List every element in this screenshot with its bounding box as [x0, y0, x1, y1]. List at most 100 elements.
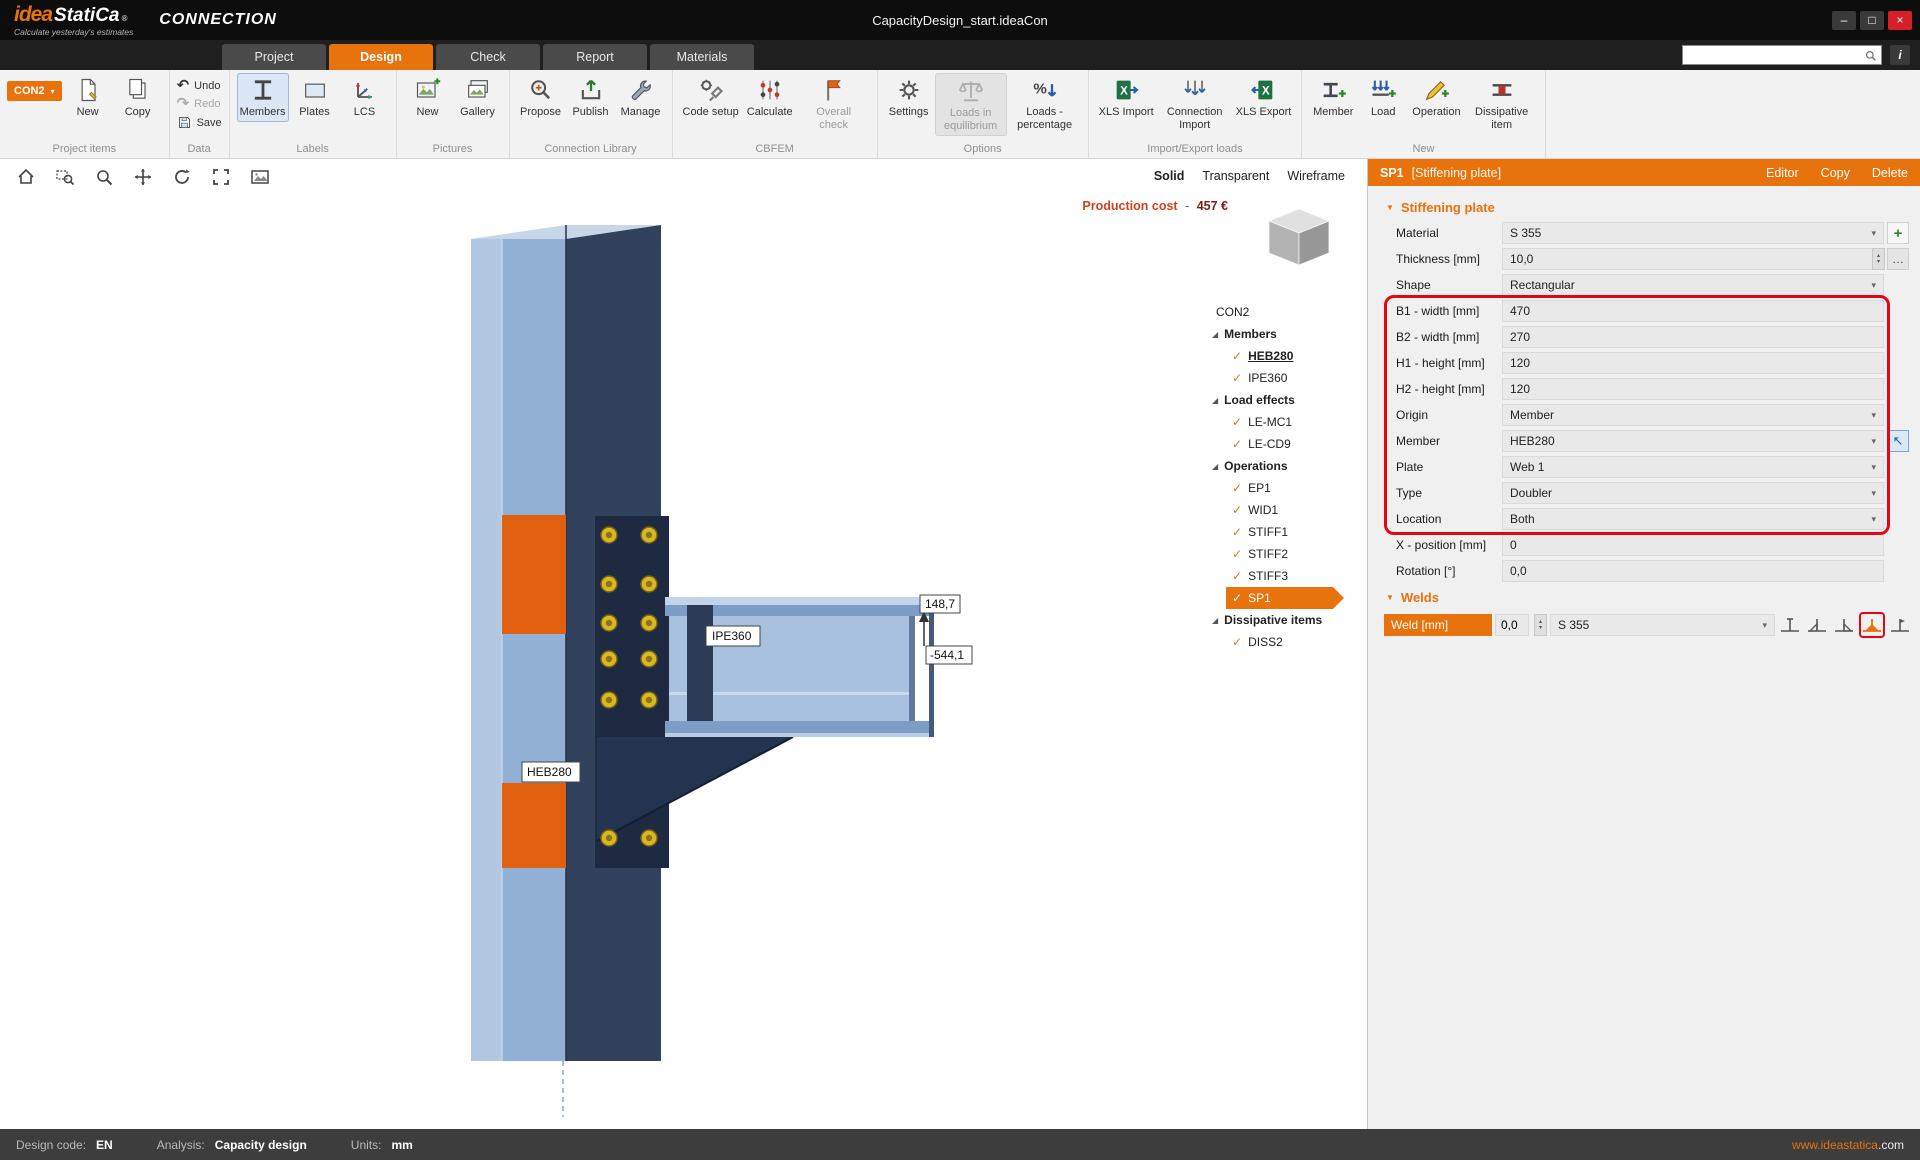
type-select[interactable]: Doubler▾: [1502, 482, 1884, 504]
tree-item-stiff3[interactable]: ✓STIFF3: [1206, 565, 1364, 587]
new-operation-button[interactable]: Operation: [1409, 73, 1463, 122]
tab-report[interactable]: Report: [543, 44, 647, 70]
weld-type-butt-icon[interactable]: [1778, 613, 1802, 637]
tree-node-connection[interactable]: CON2: [1206, 301, 1364, 323]
search-box[interactable]: [1682, 45, 1882, 65]
home-view-icon[interactable]: [14, 165, 38, 189]
calculate-button[interactable]: Calculate: [744, 73, 796, 122]
tree-item-wid1[interactable]: ✓WID1: [1206, 499, 1364, 521]
tree-item-le-cd9[interactable]: ✓LE-CD9: [1206, 433, 1364, 455]
loads-percentage-button[interactable]: % Loads - percentage: [1009, 73, 1081, 134]
connection-selector-dropdown[interactable]: CON2▾: [7, 81, 62, 101]
render-mode-solid[interactable]: Solid: [1154, 169, 1185, 183]
beam-member[interactable]: [665, 597, 934, 737]
weld-type-flag-icon[interactable]: [1888, 613, 1912, 637]
member-pick-button[interactable]: ↖: [1887, 430, 1909, 452]
tab-materials[interactable]: Materials: [650, 44, 754, 70]
add-material-button[interactable]: +: [1887, 222, 1909, 244]
settings-button[interactable]: Settings: [885, 73, 933, 122]
minimize-button[interactable]: –: [1832, 11, 1856, 30]
tree-item-stiff1[interactable]: ✓STIFF1: [1206, 521, 1364, 543]
tab-project[interactable]: Project: [222, 44, 326, 70]
3d-viewport[interactable]: Solid Transparent Wireframe Production c…: [0, 159, 1367, 1129]
new-load-button[interactable]: Load: [1359, 73, 1407, 122]
h1-height-input[interactable]: 120: [1502, 352, 1884, 374]
weld-size-input[interactable]: 0,0: [1495, 614, 1529, 636]
copy-operation-button[interactable]: Copy: [1821, 166, 1850, 180]
loads-in-equilibrium-toggle[interactable]: Loads in equilibrium: [935, 73, 1007, 136]
screenshot-icon[interactable]: [248, 165, 272, 189]
rotation-input[interactable]: 0,0: [1502, 560, 1884, 582]
navigation-cube[interactable]: [1259, 205, 1339, 271]
tree-group-dissipative-items[interactable]: ◢Dissipative items: [1206, 609, 1364, 631]
propose-button[interactable]: Propose: [517, 73, 565, 122]
tree-item-stiff2[interactable]: ✓STIFF2: [1206, 543, 1364, 565]
shape-select[interactable]: Rectangular▾: [1502, 274, 1884, 296]
tree-item-diss2[interactable]: ✓DISS2: [1206, 631, 1364, 653]
new-project-item-button[interactable]: New: [64, 73, 112, 122]
new-member-button[interactable]: Member: [1309, 73, 1357, 122]
tab-design[interactable]: Design: [329, 44, 433, 70]
thickness-more-button[interactable]: …: [1887, 248, 1909, 270]
maximize-button[interactable]: □: [1860, 11, 1884, 30]
delete-operation-button[interactable]: Delete: [1872, 166, 1908, 180]
location-select[interactable]: Both▾: [1502, 508, 1884, 530]
connection-model[interactable]: IPE360 HEB280 148,7 -544,1: [0, 159, 1366, 1129]
weld-type-fillet-front-icon[interactable]: [1805, 613, 1829, 637]
new-dissipative-item-button[interactable]: Dissipative item: [1466, 73, 1538, 134]
xls-import-button[interactable]: X XLS Import: [1096, 73, 1157, 122]
labels-members-toggle[interactable]: Members: [237, 73, 289, 122]
weld-material-select[interactable]: S 355▾: [1550, 614, 1775, 636]
save-button[interactable]: Save: [177, 115, 222, 130]
member-select[interactable]: HEB280▾: [1502, 430, 1884, 452]
overall-check-button[interactable]: Overall check: [798, 73, 870, 134]
zoom-fit-icon[interactable]: [209, 165, 233, 189]
tree-item-le-mc1[interactable]: ✓LE-MC1: [1206, 411, 1364, 433]
plate-select[interactable]: Web 1▾: [1502, 456, 1884, 478]
weld-size-stepper[interactable]: ▴▾: [1534, 614, 1547, 636]
thickness-input[interactable]: 10,0: [1502, 248, 1884, 270]
weld-type-double-fillet-icon[interactable]: [1860, 613, 1884, 637]
zoom-icon[interactable]: [92, 165, 116, 189]
manage-button[interactable]: Manage: [617, 73, 665, 122]
x-position-input[interactable]: 0: [1502, 534, 1884, 556]
tree-group-operations[interactable]: ◢Operations: [1206, 455, 1364, 477]
close-button[interactable]: ×: [1888, 11, 1912, 30]
copy-project-item-button[interactable]: Copy: [114, 73, 162, 122]
h2-height-input[interactable]: 120: [1502, 378, 1884, 400]
connection-import-button[interactable]: Connection Import: [1159, 73, 1231, 134]
tab-check[interactable]: Check: [436, 44, 540, 70]
tree-item-ep1[interactable]: ✓EP1: [1206, 477, 1364, 499]
code-setup-button[interactable]: Code setup: [680, 73, 742, 122]
render-mode-transparent[interactable]: Transparent: [1202, 169, 1269, 183]
info-icon[interactable]: i: [1890, 45, 1910, 65]
gallery-button[interactable]: Gallery: [454, 73, 502, 122]
tree-item-heb280[interactable]: ✓HEB280: [1206, 345, 1364, 367]
tree-group-members[interactable]: ◢Members: [1206, 323, 1364, 345]
section-stiffening-plate[interactable]: ▼ Stiffening plate: [1376, 194, 1912, 220]
thickness-stepper[interactable]: ▴▾: [1872, 248, 1885, 270]
zoom-window-icon[interactable]: [53, 165, 77, 189]
material-select[interactable]: S 355▾: [1502, 222, 1884, 244]
b1-width-input[interactable]: 470: [1502, 300, 1884, 322]
undo-button[interactable]: ↶Undo: [177, 79, 222, 93]
new-picture-button[interactable]: New: [404, 73, 452, 122]
labels-lcs-toggle[interactable]: LCS: [341, 73, 389, 122]
tree-item-ipe360[interactable]: ✓IPE360: [1206, 367, 1364, 389]
tree-group-load-effects[interactable]: ◢Load effects: [1206, 389, 1364, 411]
rotate-view-icon[interactable]: [170, 165, 194, 189]
editor-button[interactable]: Editor: [1766, 166, 1799, 180]
pan-icon[interactable]: [131, 165, 155, 189]
render-mode-wireframe[interactable]: Wireframe: [1287, 169, 1345, 183]
tree-item-sp1-selected[interactable]: ✓SP1: [1226, 587, 1344, 609]
labels-plates-toggle[interactable]: Plates: [291, 73, 339, 122]
website-link[interactable]: www.ideastatica.com: [1792, 1138, 1904, 1152]
haunch-stiffener[interactable]: [597, 737, 793, 841]
section-welds[interactable]: ▼ Welds: [1376, 584, 1912, 610]
search-input[interactable]: [1687, 48, 1864, 62]
origin-select[interactable]: Member▾: [1502, 404, 1884, 426]
weld-type-fillet-rear-icon[interactable]: [1832, 613, 1856, 637]
publish-button[interactable]: Publish: [567, 73, 615, 122]
xls-export-button[interactable]: X XLS Export: [1233, 73, 1295, 122]
redo-button[interactable]: ↷Redo: [177, 97, 222, 111]
